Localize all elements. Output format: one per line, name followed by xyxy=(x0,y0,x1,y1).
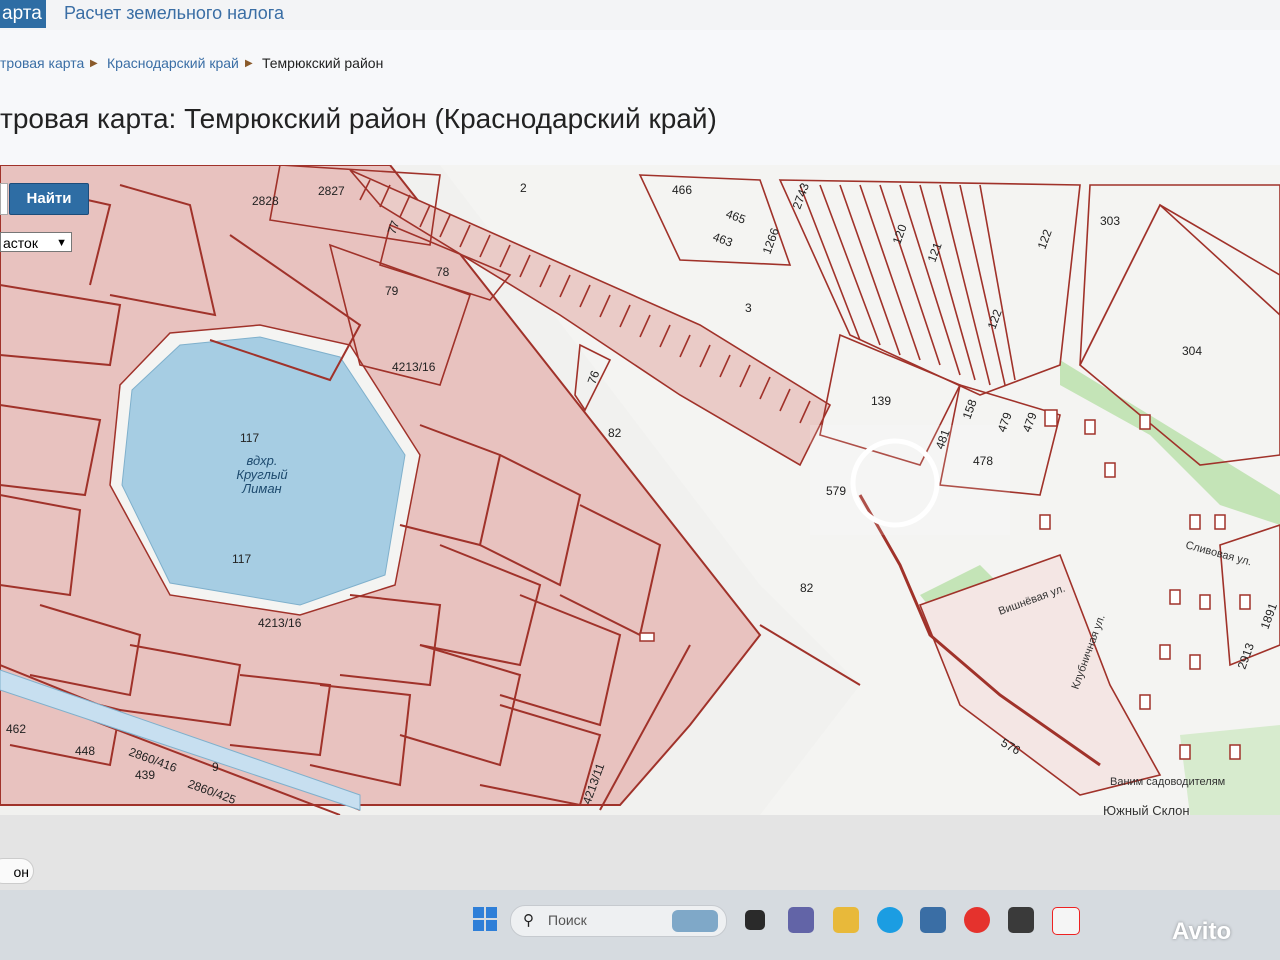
lake-label-line: Круглый xyxy=(236,467,287,482)
taskbar-search[interactable]: ⚲ Поиск xyxy=(510,905,727,937)
parcel-label: 9 xyxy=(212,760,219,774)
cadastral-map[interactable]: 2828 2827 2 466 465 463 1266 2743 120 12… xyxy=(0,165,1280,815)
green-area xyxy=(1180,725,1280,815)
find-button[interactable]: Найти xyxy=(9,183,89,215)
teams-icon[interactable] xyxy=(788,907,814,933)
breadcrumb-separator-icon: ▶ xyxy=(90,58,98,69)
search-icon: ⚲ xyxy=(523,912,534,929)
breadcrumb-item-district: Темрюкский район xyxy=(262,55,384,71)
parcel-label: 82 xyxy=(608,426,622,440)
parcel-label: 79 xyxy=(385,284,399,298)
breadcrumb-separator-icon: ▶ xyxy=(245,58,253,69)
highlight-overlay xyxy=(810,425,1010,535)
breadcrumb-item-map[interactable]: тровая карта xyxy=(0,55,84,71)
parcel-label: 139 xyxy=(871,394,891,408)
edge-browser-icon[interactable] xyxy=(877,907,903,933)
parcel-label: 82 xyxy=(800,581,814,595)
parcel-label: 478 xyxy=(973,454,993,468)
parcel-label: 448 xyxy=(75,744,95,758)
page-title: тровая карта: Темрюкский район (Краснода… xyxy=(0,103,717,134)
street-label: Южный Склон xyxy=(1103,803,1190,815)
parcel-label: 2 xyxy=(520,181,527,195)
yandex-browser-icon[interactable] xyxy=(1052,907,1080,935)
parcel-label: 304 xyxy=(1182,344,1202,358)
parcel-label: 78 xyxy=(436,265,450,279)
parcel-label: 117 xyxy=(232,552,251,566)
object-type-select[interactable]: асток ▼ xyxy=(0,232,72,252)
parcel-label: 439 xyxy=(135,768,155,782)
lake-label-line: Лиман xyxy=(241,481,281,496)
windows-start-icon[interactable] xyxy=(473,907,497,931)
search-input[interactable] xyxy=(0,183,8,215)
search-highlight-icon xyxy=(672,910,718,932)
street-label: Ваним садоводителям xyxy=(1110,776,1225,788)
tab-land-tax[interactable]: Расчет земельного налога xyxy=(64,3,284,24)
parcel-label: 4213/16 xyxy=(258,616,302,630)
avito-watermark: Avito xyxy=(1172,918,1232,945)
file-explorer-icon[interactable] xyxy=(833,907,859,933)
store-icon[interactable] xyxy=(920,907,946,933)
parcel-label: 2827 xyxy=(318,184,345,198)
breadcrumb-item-region[interactable]: Краснодарский край xyxy=(107,55,239,71)
top-nav: арта Расчет земельного налога xyxy=(0,0,1280,30)
parcel-label: 462 xyxy=(6,722,26,736)
parcel-label: 4213/16 xyxy=(392,360,436,374)
task-view-icon[interactable] xyxy=(745,910,765,930)
header-area xyxy=(0,30,1280,165)
tape-app-icon[interactable] xyxy=(1008,907,1034,933)
parcel-label: 2828 xyxy=(252,194,279,208)
parcel-label: 3 xyxy=(745,301,752,315)
lake-label-line: вдхр. xyxy=(246,453,277,468)
region-button[interactable]: он xyxy=(0,858,34,884)
taskbar-search-placeholder: Поиск xyxy=(548,912,587,928)
parcel-label: 466 xyxy=(672,183,692,197)
page-footer-area xyxy=(0,815,1280,890)
tab-map[interactable]: арта xyxy=(0,0,46,28)
object-type-value: асток xyxy=(3,235,38,251)
yandex-icon[interactable] xyxy=(964,907,990,933)
parcel-label: 303 xyxy=(1100,214,1120,228)
chevron-down-icon: ▼ xyxy=(56,237,67,249)
parcel-label: 579 xyxy=(826,484,846,498)
parcel-label: 117 xyxy=(240,431,259,445)
